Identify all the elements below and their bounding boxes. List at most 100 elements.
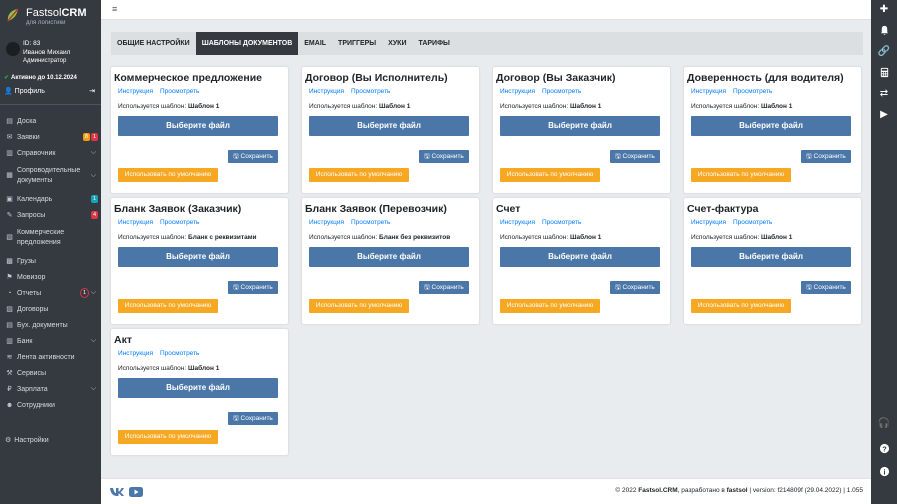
choose-file-button[interactable]: Выберите файл bbox=[118, 116, 278, 136]
use-default-button[interactable]: Использовать по умолчанию bbox=[118, 168, 218, 182]
sidebar-item-accounting[interactable]: ▤ Бух. документы bbox=[0, 317, 101, 333]
instruction-link[interactable]: Инструкция bbox=[691, 219, 726, 226]
use-default-button[interactable]: Использовать по умолчанию bbox=[118, 430, 218, 444]
use-default-button[interactable]: Использовать по умолчанию bbox=[500, 299, 600, 313]
save-button[interactable]: 🖫 Сохранить bbox=[228, 150, 278, 163]
template-card: Коммерческое предложение Инструкция Просмо… bbox=[111, 67, 288, 193]
tab-1[interactable]: ШАБЛОНЫ ДОКУМЕНТОВ bbox=[195, 32, 299, 55]
choose-file-button[interactable]: Выберите файл bbox=[500, 116, 660, 136]
view-link[interactable]: Просмотреть bbox=[160, 88, 199, 95]
view-link[interactable]: Просмотреть bbox=[160, 219, 199, 226]
sidebar-item-movizor[interactable]: ⚑ Мовизор bbox=[0, 269, 101, 285]
template-name: Шаблон 1 bbox=[188, 103, 220, 110]
save-button[interactable]: 🖫 Сохранить bbox=[610, 150, 660, 163]
menu-toggle-icon[interactable]: ≡ bbox=[112, 4, 117, 14]
instruction-link[interactable]: Инструкция bbox=[309, 219, 344, 226]
badge-group: 1 bbox=[90, 195, 98, 203]
sidebar-item-calendar[interactable]: ▣ Календарь 1 bbox=[0, 191, 101, 207]
instruction-link[interactable]: Инструкция bbox=[500, 219, 535, 226]
sidebar-item-reports[interactable]: ◔ Отчеты 1 ⌵ bbox=[0, 285, 101, 301]
sidebar-item-contracts[interactable]: ▨ Договоры bbox=[0, 301, 101, 317]
tab-2[interactable]: EMAIL bbox=[298, 32, 332, 55]
template-name: Шаблон 1 bbox=[570, 234, 602, 241]
instruction-link[interactable]: Инструкция bbox=[118, 88, 153, 95]
sidebar-item-settings[interactable]: ⚙ Настройки bbox=[5, 436, 49, 444]
instruction-link[interactable]: Инструкция bbox=[500, 88, 535, 95]
use-default-button[interactable]: Использовать по умолчанию bbox=[309, 168, 409, 182]
view-link[interactable]: Просмотреть bbox=[733, 88, 772, 95]
sidebar-item-services[interactable]: ⚒ Сервисы bbox=[0, 365, 101, 381]
use-default-button[interactable]: Использовать по умолчанию bbox=[118, 299, 218, 313]
choose-file-button[interactable]: Выберите файл bbox=[691, 116, 851, 136]
view-link[interactable]: Просмотреть bbox=[542, 219, 581, 226]
sidebar-item-offers[interactable]: ▧ Коммерческие предложения bbox=[0, 223, 101, 253]
play-icon[interactable]: ▶ bbox=[871, 109, 897, 120]
view-link[interactable]: Просмотреть bbox=[351, 219, 390, 226]
tab-4[interactable]: ХУКИ bbox=[382, 32, 412, 55]
view-link[interactable]: Просмотреть bbox=[542, 88, 581, 95]
choose-file-button[interactable]: Выберите файл bbox=[500, 247, 660, 267]
tab-0[interactable]: ОБЩИЕ НАСТРОЙКИ bbox=[111, 32, 196, 55]
sidebar-item-activity[interactable]: ≋ Лента активности bbox=[0, 349, 101, 365]
youtube-icon[interactable] bbox=[129, 487, 143, 497]
choose-file-button[interactable]: Выберите файл bbox=[118, 247, 278, 267]
save-button[interactable]: 🖫 Сохранить bbox=[610, 281, 660, 294]
instruction-link[interactable]: Инструкция bbox=[118, 219, 153, 226]
card-links: Инструкция Просмотреть bbox=[691, 88, 779, 95]
user-id: ID: 83 bbox=[23, 40, 41, 47]
save-button[interactable]: 🖫 Сохранить bbox=[228, 281, 278, 294]
sidebar-item-book[interactable]: ▥ Справочник ⌵ bbox=[0, 145, 101, 161]
tab-3[interactable]: ТРИГГЕРЫ bbox=[332, 32, 382, 55]
docs-icon: ▦ bbox=[6, 172, 13, 179]
view-link[interactable]: Просмотреть bbox=[733, 219, 772, 226]
use-default-button[interactable]: Использовать по умолчанию bbox=[500, 168, 600, 182]
choose-file-button[interactable]: Выберите файл bbox=[309, 247, 469, 267]
template-name: Бланк с реквизитами bbox=[188, 234, 257, 241]
sidebar-item-cargo[interactable]: ▩ Грузы bbox=[0, 253, 101, 269]
user-icon: 👤 bbox=[4, 88, 13, 95]
save-button[interactable]: 🖫 Сохранить bbox=[801, 281, 851, 294]
route-icon[interactable]: ⇄ bbox=[871, 88, 897, 99]
choose-file-button[interactable]: Выберите файл bbox=[691, 247, 851, 267]
sidebar-item-salary[interactable]: ₽ Зарплата ⌵ bbox=[0, 381, 101, 397]
help-icon[interactable]: ? bbox=[871, 443, 897, 457]
info-icon[interactable]: i bbox=[871, 466, 897, 480]
tab-5[interactable]: ТАРИФЫ bbox=[412, 32, 455, 55]
sidebar-item-board[interactable]: ▤ Доска bbox=[0, 113, 101, 129]
user-panel[interactable]: ID: 83 Иванов Михаил Администратор bbox=[6, 40, 98, 66]
save-button[interactable]: 🖫 Сохранить bbox=[419, 150, 469, 163]
use-default-button[interactable]: Использовать по умолчанию bbox=[309, 299, 409, 313]
sidebar-item-employees[interactable]: ☻ Сотрудники bbox=[0, 397, 101, 413]
used-template: Используется шаблон: Бланк без реквизито… bbox=[309, 234, 451, 241]
headset-icon[interactable]: 🎧 bbox=[871, 418, 897, 429]
logo[interactable]: FastsolCRM для логистики bbox=[3, 4, 99, 28]
profile-link[interactable]: 👤 Профиль ⇥ bbox=[4, 87, 97, 98]
sidebar-item-label: Грузы bbox=[17, 257, 36, 265]
vk-icon[interactable] bbox=[109, 487, 125, 497]
use-default-button[interactable]: Использовать по умолчанию bbox=[691, 168, 791, 182]
calculator-icon[interactable] bbox=[871, 67, 897, 81]
board-icon: ▤ bbox=[6, 118, 13, 125]
instruction-link[interactable]: Инструкция bbox=[691, 88, 726, 95]
save-button[interactable]: 🖫 Сохранить bbox=[228, 412, 278, 425]
save-button[interactable]: 🖫 Сохранить bbox=[419, 281, 469, 294]
save-button[interactable]: 🖫 Сохранить bbox=[801, 150, 851, 163]
sidebar-item-requests[interactable]: ✎ Запросы 4 bbox=[0, 207, 101, 223]
logout-icon[interactable]: ⇥ bbox=[89, 87, 95, 95]
cargo-icon: ▩ bbox=[6, 258, 13, 265]
view-link[interactable]: Просмотреть bbox=[351, 88, 390, 95]
activity-icon: ≋ bbox=[6, 354, 13, 361]
sidebar-item-bank[interactable]: ▥ Банк ⌵ bbox=[0, 333, 101, 349]
sidebar-item-orders[interactable]: ✉ Заявки 8 1 bbox=[0, 129, 101, 145]
choose-file-button[interactable]: Выберите файл bbox=[118, 378, 278, 398]
instruction-link[interactable]: Инструкция bbox=[118, 350, 153, 357]
choose-file-button[interactable]: Выберите файл bbox=[309, 116, 469, 136]
instruction-link[interactable]: Инструкция bbox=[309, 88, 344, 95]
bell-icon[interactable] bbox=[871, 25, 897, 39]
sidebar-item-docs[interactable]: ▦ Сопроводительные документы ⌵ bbox=[0, 161, 101, 191]
view-link[interactable]: Просмотреть bbox=[160, 350, 199, 357]
plus-icon[interactable]: ✚ bbox=[871, 4, 897, 15]
link-icon[interactable]: 🔗 bbox=[871, 46, 897, 57]
movizor-icon: ⚑ bbox=[6, 274, 13, 281]
use-default-button[interactable]: Использовать по умолчанию bbox=[691, 299, 791, 313]
